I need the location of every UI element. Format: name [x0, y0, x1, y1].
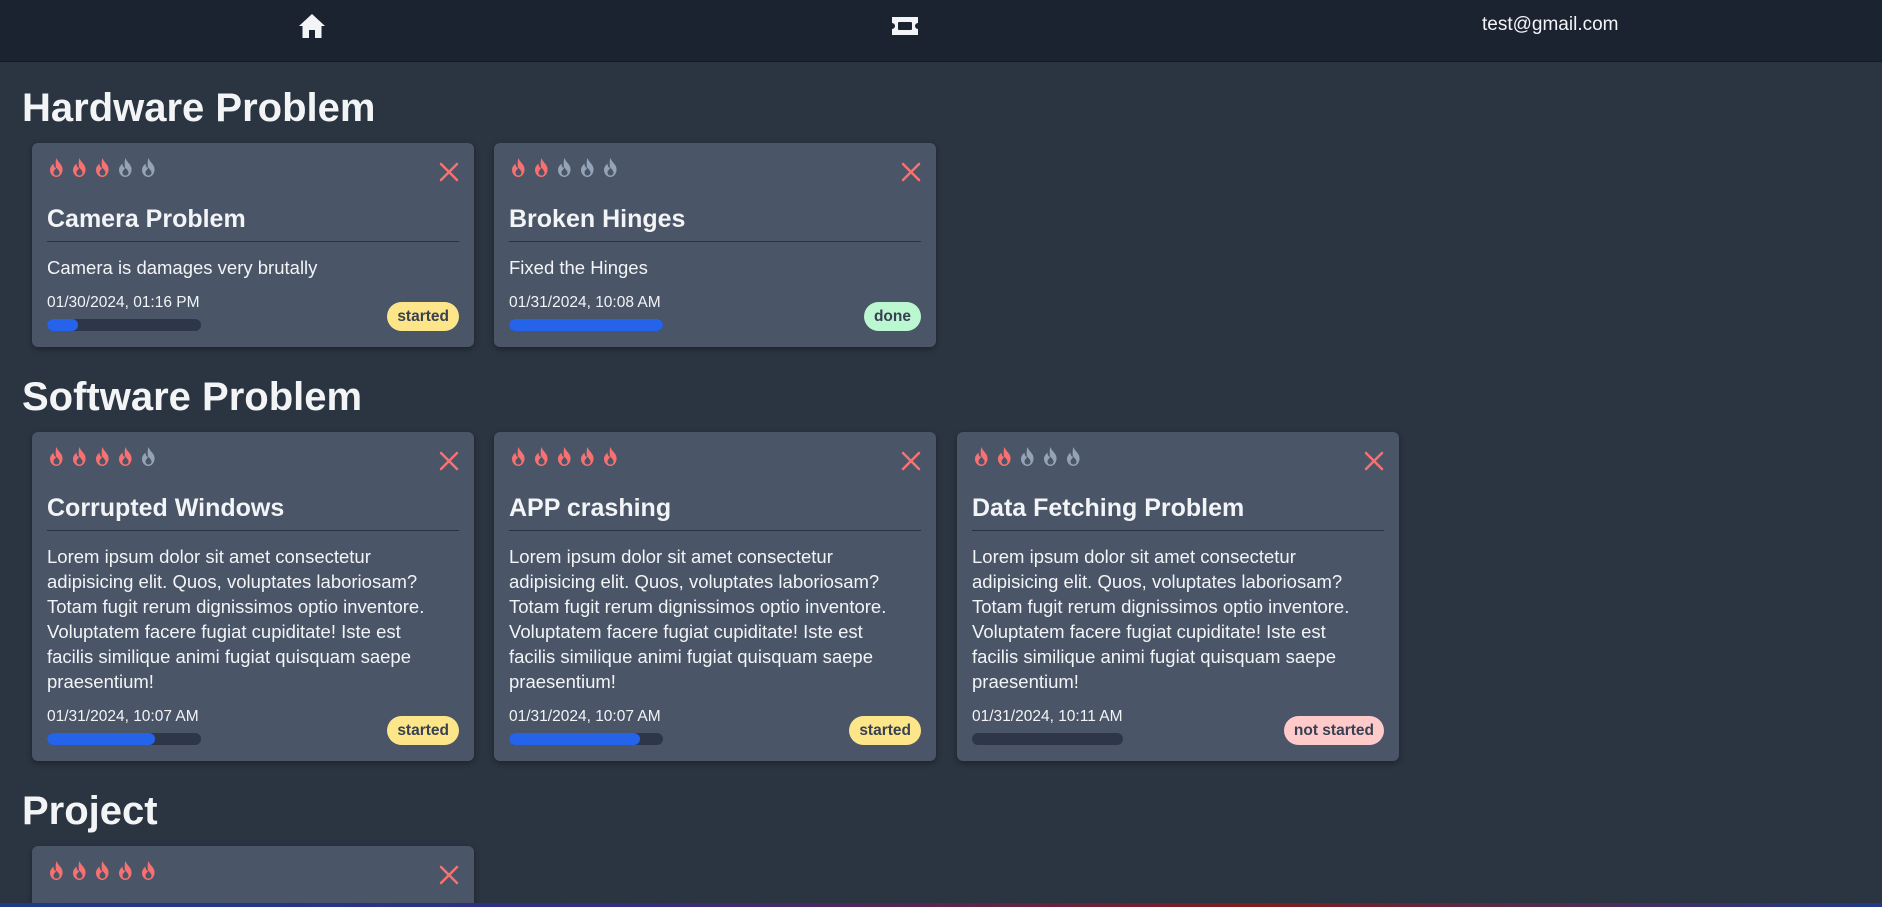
ticket-icon[interactable] — [888, 11, 922, 41]
flame-icon-active — [96, 861, 109, 880]
flame-icon-active — [558, 447, 571, 466]
priority-flames — [509, 157, 620, 178]
progress-bar — [47, 733, 201, 745]
flame-icon-active — [998, 447, 1011, 466]
flame-icon-active — [975, 447, 988, 466]
bottom-edge — [0, 903, 1882, 907]
section-title-software: Software Problem — [22, 375, 363, 419]
ticket-date: 01/30/2024, 01:16 PM — [47, 294, 200, 311]
close-icon[interactable] — [900, 161, 922, 183]
divider — [509, 530, 921, 531]
progress-fill — [509, 319, 663, 331]
ticket-description: Lorem ipsum dolor sit amet consectetur a… — [47, 546, 425, 692]
status-badge: done — [863, 302, 921, 331]
flame-icon-active — [581, 447, 594, 466]
progress-bar — [47, 319, 201, 331]
flame-icon-active — [119, 447, 132, 466]
flame-icon-active — [119, 861, 132, 880]
flame-icon-inactive — [581, 158, 594, 177]
ticket-card[interactable]: Corrupted Windows Lorem ipsum dolor sit … — [32, 432, 474, 761]
ticket-description: Lorem ipsum dolor sit amet consectetur a… — [972, 546, 1350, 692]
flame-icon-active — [604, 447, 617, 466]
ticket-title: Data Fetching Problem — [972, 494, 1245, 522]
flame-icon-active — [512, 158, 525, 177]
progress-bar — [509, 733, 663, 745]
ticket-description: Lorem ipsum dolor sit amet consectetur a… — [509, 546, 887, 692]
close-icon[interactable] — [900, 450, 922, 472]
flame-icon-inactive — [1044, 447, 1057, 466]
priority-flames — [47, 157, 158, 178]
status-badge: started — [849, 716, 921, 745]
ticket-card[interactable]: Data Fetching Problem Lorem ipsum dolor … — [957, 432, 1399, 761]
ticket-title: Broken Hinges — [509, 205, 686, 233]
flame-icon-inactive — [1067, 447, 1080, 466]
flame-icon-active — [73, 447, 86, 466]
close-icon[interactable] — [438, 450, 460, 472]
flame-icon-inactive — [604, 158, 617, 177]
ticket-card[interactable]: APP crashing Lorem ipsum dolor sit amet … — [494, 432, 936, 761]
ticket-card[interactable] — [32, 846, 474, 907]
ticket-card[interactable]: Broken Hinges Fixed the Hinges 01/31/202… — [494, 143, 936, 347]
flame-icon-active — [50, 158, 63, 177]
status-badge: started — [387, 716, 459, 745]
flame-icon-active — [96, 158, 109, 177]
divider — [509, 241, 921, 242]
progress-fill — [47, 319, 78, 331]
ticket-title: APP crashing — [509, 494, 672, 522]
flame-icon-active — [73, 158, 86, 177]
ticket-description: Fixed the Hinges — [509, 257, 648, 278]
flame-icon-inactive — [558, 158, 571, 177]
ticket-description: Camera is damages very brutally — [47, 257, 318, 278]
user-email[interactable]: test@gmail.com — [1482, 14, 1619, 36]
priority-flames — [47, 860, 158, 881]
home-icon[interactable] — [296, 11, 328, 41]
divider — [47, 530, 459, 531]
flame-icon-active — [142, 861, 155, 880]
section-title-hardware: Hardware Problem — [22, 86, 376, 130]
flame-icon-inactive — [142, 158, 155, 177]
ticket-title: Camera Problem — [47, 205, 246, 233]
progress-bar — [972, 733, 1123, 745]
progress-fill — [509, 733, 640, 745]
top-navbar: test@gmail.com — [0, 0, 1882, 62]
progress-bar — [509, 319, 663, 331]
flame-icon-active — [50, 447, 63, 466]
ticket-date: 01/31/2024, 10:08 AM — [509, 294, 661, 311]
divider — [972, 530, 1384, 531]
close-icon[interactable] — [438, 864, 460, 886]
ticket-date: 01/31/2024, 10:07 AM — [47, 708, 199, 725]
flame-icon-active — [73, 861, 86, 880]
flame-icon-active — [535, 158, 548, 177]
priority-flames — [972, 446, 1083, 467]
status-badge: not started — [1283, 716, 1384, 745]
ticket-date: 01/31/2024, 10:07 AM — [509, 708, 661, 725]
ticket-date: 01/31/2024, 10:11 AM — [972, 708, 1123, 725]
section-title-project: Project — [22, 789, 158, 833]
flame-icon-active — [512, 447, 525, 466]
priority-flames — [47, 446, 158, 467]
divider — [47, 241, 459, 242]
close-icon[interactable] — [438, 161, 460, 183]
flame-icon-active — [50, 861, 63, 880]
flame-icon-active — [535, 447, 548, 466]
flame-icon-inactive — [1021, 447, 1034, 466]
progress-fill — [47, 733, 155, 745]
flame-icon-inactive — [142, 447, 155, 466]
ticket-card[interactable]: Camera Problem Camera is damages very br… — [32, 143, 474, 347]
close-icon[interactable] — [1363, 450, 1385, 472]
flame-icon-inactive — [119, 158, 132, 177]
priority-flames — [509, 446, 620, 467]
flame-icon-active — [96, 447, 109, 466]
ticket-title: Corrupted Windows — [47, 494, 285, 522]
status-badge: started — [387, 302, 459, 331]
